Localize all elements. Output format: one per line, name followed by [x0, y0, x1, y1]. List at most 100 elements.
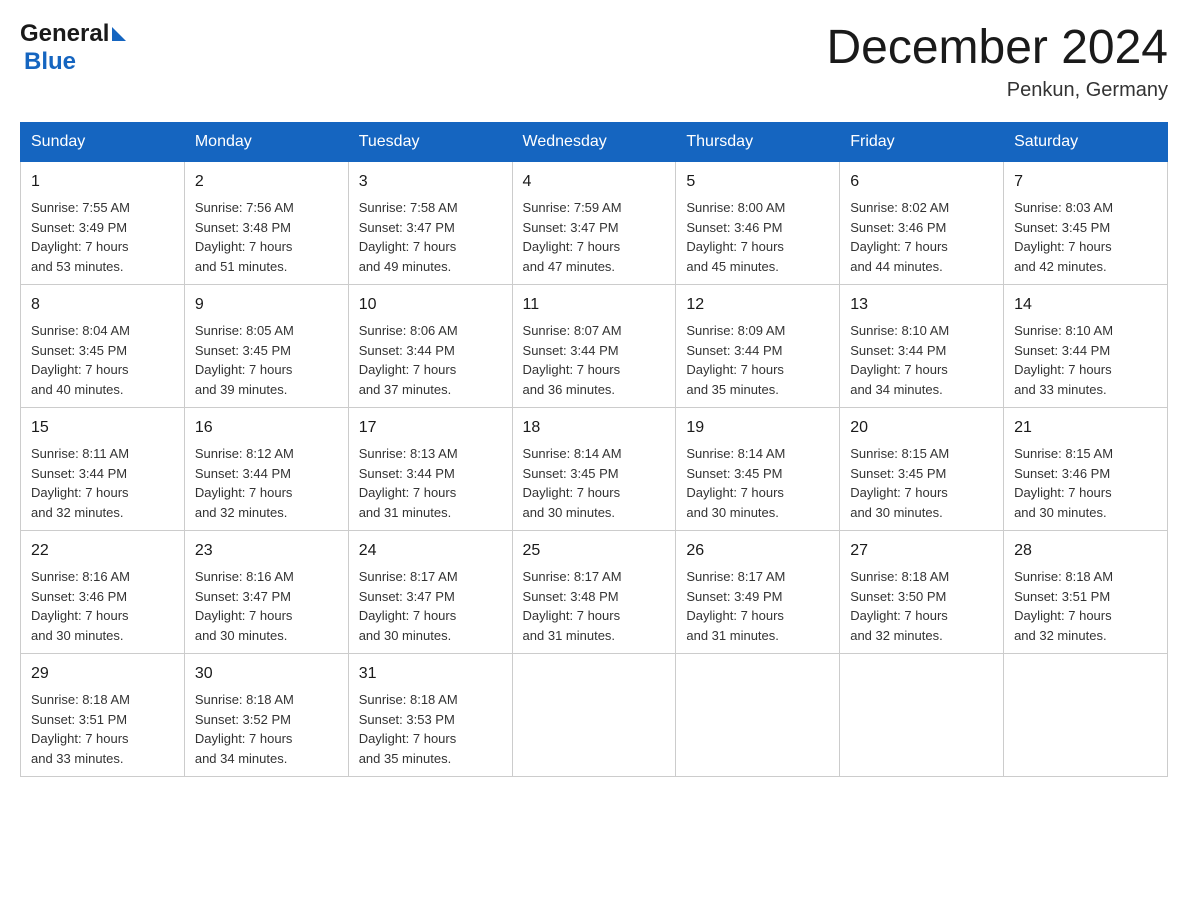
day-info: Sunrise: 8:16 AM Sunset: 3:47 PM Dayligh… — [195, 567, 338, 645]
day-number: 17 — [359, 416, 502, 440]
week-row-5: 29 Sunrise: 8:18 AM Sunset: 3:51 PM Dayl… — [21, 654, 1168, 777]
day-info: Sunrise: 8:10 AM Sunset: 3:44 PM Dayligh… — [850, 321, 993, 399]
day-info: Sunrise: 8:17 AM Sunset: 3:47 PM Dayligh… — [359, 567, 502, 645]
calendar-cell[interactable]: 12 Sunrise: 8:09 AM Sunset: 3:44 PM Dayl… — [676, 285, 840, 408]
day-number: 16 — [195, 416, 338, 440]
day-info: Sunrise: 8:05 AM Sunset: 3:45 PM Dayligh… — [195, 321, 338, 399]
calendar-cell[interactable]: 20 Sunrise: 8:15 AM Sunset: 3:45 PM Dayl… — [840, 408, 1004, 531]
day-info: Sunrise: 8:14 AM Sunset: 3:45 PM Dayligh… — [523, 444, 666, 522]
day-number: 8 — [31, 293, 174, 317]
logo-triangle-icon — [112, 27, 126, 41]
day-info: Sunrise: 8:18 AM Sunset: 3:51 PM Dayligh… — [1014, 567, 1157, 645]
calendar-cell[interactable]: 27 Sunrise: 8:18 AM Sunset: 3:50 PM Dayl… — [840, 531, 1004, 654]
day-number: 9 — [195, 293, 338, 317]
calendar-cell[interactable]: 9 Sunrise: 8:05 AM Sunset: 3:45 PM Dayli… — [184, 285, 348, 408]
week-row-2: 8 Sunrise: 8:04 AM Sunset: 3:45 PM Dayli… — [21, 285, 1168, 408]
day-number: 14 — [1014, 293, 1157, 317]
calendar-cell[interactable]: 17 Sunrise: 8:13 AM Sunset: 3:44 PM Dayl… — [348, 408, 512, 531]
page-header: General Blue December 2024 Penkun, Germa… — [20, 20, 1168, 102]
calendar-cell[interactable]: 29 Sunrise: 8:18 AM Sunset: 3:51 PM Dayl… — [21, 654, 185, 777]
calendar-cell[interactable]: 31 Sunrise: 8:18 AM Sunset: 3:53 PM Dayl… — [348, 654, 512, 777]
logo-general-text: General — [20, 20, 109, 48]
day-number: 26 — [686, 539, 829, 563]
calendar-cell[interactable]: 4 Sunrise: 7:59 AM Sunset: 3:47 PM Dayli… — [512, 162, 676, 285]
day-info: Sunrise: 8:15 AM Sunset: 3:46 PM Dayligh… — [1014, 444, 1157, 522]
day-number: 29 — [31, 662, 174, 686]
day-number: 10 — [359, 293, 502, 317]
day-info: Sunrise: 7:55 AM Sunset: 3:49 PM Dayligh… — [31, 198, 174, 276]
day-number: 19 — [686, 416, 829, 440]
day-number: 31 — [359, 662, 502, 686]
day-info: Sunrise: 8:02 AM Sunset: 3:46 PM Dayligh… — [850, 198, 993, 276]
calendar-cell[interactable]: 16 Sunrise: 8:12 AM Sunset: 3:44 PM Dayl… — [184, 408, 348, 531]
calendar-cell[interactable]: 11 Sunrise: 8:07 AM Sunset: 3:44 PM Dayl… — [512, 285, 676, 408]
day-number: 25 — [523, 539, 666, 563]
calendar-cell[interactable]: 19 Sunrise: 8:14 AM Sunset: 3:45 PM Dayl… — [676, 408, 840, 531]
day-info: Sunrise: 8:03 AM Sunset: 3:45 PM Dayligh… — [1014, 198, 1157, 276]
calendar-cell[interactable]: 24 Sunrise: 8:17 AM Sunset: 3:47 PM Dayl… — [348, 531, 512, 654]
calendar-cell[interactable]: 8 Sunrise: 8:04 AM Sunset: 3:45 PM Dayli… — [21, 285, 185, 408]
calendar-cell[interactable]: 30 Sunrise: 8:18 AM Sunset: 3:52 PM Dayl… — [184, 654, 348, 777]
calendar-cell[interactable]: 28 Sunrise: 8:18 AM Sunset: 3:51 PM Dayl… — [1004, 531, 1168, 654]
day-number: 11 — [523, 293, 666, 317]
month-title: December 2024 — [826, 20, 1168, 75]
location-label: Penkun, Germany — [826, 79, 1168, 102]
day-info: Sunrise: 8:18 AM Sunset: 3:53 PM Dayligh… — [359, 690, 502, 768]
calendar-cell[interactable]: 21 Sunrise: 8:15 AM Sunset: 3:46 PM Dayl… — [1004, 408, 1168, 531]
calendar-cell[interactable]: 18 Sunrise: 8:14 AM Sunset: 3:45 PM Dayl… — [512, 408, 676, 531]
calendar-cell[interactable]: 15 Sunrise: 8:11 AM Sunset: 3:44 PM Dayl… — [21, 408, 185, 531]
calendar-cell[interactable]: 10 Sunrise: 8:06 AM Sunset: 3:44 PM Dayl… — [348, 285, 512, 408]
header-wednesday: Wednesday — [512, 123, 676, 162]
day-number: 30 — [195, 662, 338, 686]
title-section: December 2024 Penkun, Germany — [826, 20, 1168, 102]
logo-blue-text: Blue — [24, 48, 76, 76]
calendar-cell[interactable]: 2 Sunrise: 7:56 AM Sunset: 3:48 PM Dayli… — [184, 162, 348, 285]
day-number: 24 — [359, 539, 502, 563]
calendar-cell[interactable]: 6 Sunrise: 8:02 AM Sunset: 3:46 PM Dayli… — [840, 162, 1004, 285]
day-info: Sunrise: 8:06 AM Sunset: 3:44 PM Dayligh… — [359, 321, 502, 399]
day-info: Sunrise: 8:16 AM Sunset: 3:46 PM Dayligh… — [31, 567, 174, 645]
calendar-cell[interactable]: 13 Sunrise: 8:10 AM Sunset: 3:44 PM Dayl… — [840, 285, 1004, 408]
week-row-4: 22 Sunrise: 8:16 AM Sunset: 3:46 PM Dayl… — [21, 531, 1168, 654]
day-number: 22 — [31, 539, 174, 563]
day-number: 13 — [850, 293, 993, 317]
day-number: 7 — [1014, 170, 1157, 194]
header-friday: Friday — [840, 123, 1004, 162]
header-tuesday: Tuesday — [348, 123, 512, 162]
day-info: Sunrise: 8:09 AM Sunset: 3:44 PM Dayligh… — [686, 321, 829, 399]
calendar-cell[interactable] — [512, 654, 676, 777]
day-info: Sunrise: 7:59 AM Sunset: 3:47 PM Dayligh… — [523, 198, 666, 276]
day-number: 20 — [850, 416, 993, 440]
calendar-cell[interactable]: 1 Sunrise: 7:55 AM Sunset: 3:49 PM Dayli… — [21, 162, 185, 285]
day-info: Sunrise: 8:13 AM Sunset: 3:44 PM Dayligh… — [359, 444, 502, 522]
calendar-cell[interactable]: 5 Sunrise: 8:00 AM Sunset: 3:46 PM Dayli… — [676, 162, 840, 285]
weekday-header-row: Sunday Monday Tuesday Wednesday Thursday… — [21, 123, 1168, 162]
calendar-cell[interactable] — [840, 654, 1004, 777]
header-monday: Monday — [184, 123, 348, 162]
calendar-cell[interactable]: 7 Sunrise: 8:03 AM Sunset: 3:45 PM Dayli… — [1004, 162, 1168, 285]
day-number: 12 — [686, 293, 829, 317]
calendar-cell[interactable]: 25 Sunrise: 8:17 AM Sunset: 3:48 PM Dayl… — [512, 531, 676, 654]
day-info: Sunrise: 8:04 AM Sunset: 3:45 PM Dayligh… — [31, 321, 174, 399]
calendar-cell[interactable]: 23 Sunrise: 8:16 AM Sunset: 3:47 PM Dayl… — [184, 531, 348, 654]
day-info: Sunrise: 7:58 AM Sunset: 3:47 PM Dayligh… — [359, 198, 502, 276]
day-number: 15 — [31, 416, 174, 440]
day-info: Sunrise: 8:11 AM Sunset: 3:44 PM Dayligh… — [31, 444, 174, 522]
calendar-cell[interactable]: 26 Sunrise: 8:17 AM Sunset: 3:49 PM Dayl… — [676, 531, 840, 654]
day-number: 6 — [850, 170, 993, 194]
day-number: 23 — [195, 539, 338, 563]
day-info: Sunrise: 8:17 AM Sunset: 3:48 PM Dayligh… — [523, 567, 666, 645]
calendar-cell[interactable]: 14 Sunrise: 8:10 AM Sunset: 3:44 PM Dayl… — [1004, 285, 1168, 408]
day-info: Sunrise: 8:00 AM Sunset: 3:46 PM Dayligh… — [686, 198, 829, 276]
day-info: Sunrise: 8:12 AM Sunset: 3:44 PM Dayligh… — [195, 444, 338, 522]
week-row-1: 1 Sunrise: 7:55 AM Sunset: 3:49 PM Dayli… — [21, 162, 1168, 285]
day-number: 1 — [31, 170, 174, 194]
calendar-cell[interactable] — [1004, 654, 1168, 777]
day-info: Sunrise: 8:07 AM Sunset: 3:44 PM Dayligh… — [523, 321, 666, 399]
calendar-table: Sunday Monday Tuesday Wednesday Thursday… — [20, 122, 1168, 777]
day-info: Sunrise: 8:18 AM Sunset: 3:51 PM Dayligh… — [31, 690, 174, 768]
day-number: 18 — [523, 416, 666, 440]
calendar-cell[interactable]: 22 Sunrise: 8:16 AM Sunset: 3:46 PM Dayl… — [21, 531, 185, 654]
calendar-cell[interactable] — [676, 654, 840, 777]
calendar-cell[interactable]: 3 Sunrise: 7:58 AM Sunset: 3:47 PM Dayli… — [348, 162, 512, 285]
